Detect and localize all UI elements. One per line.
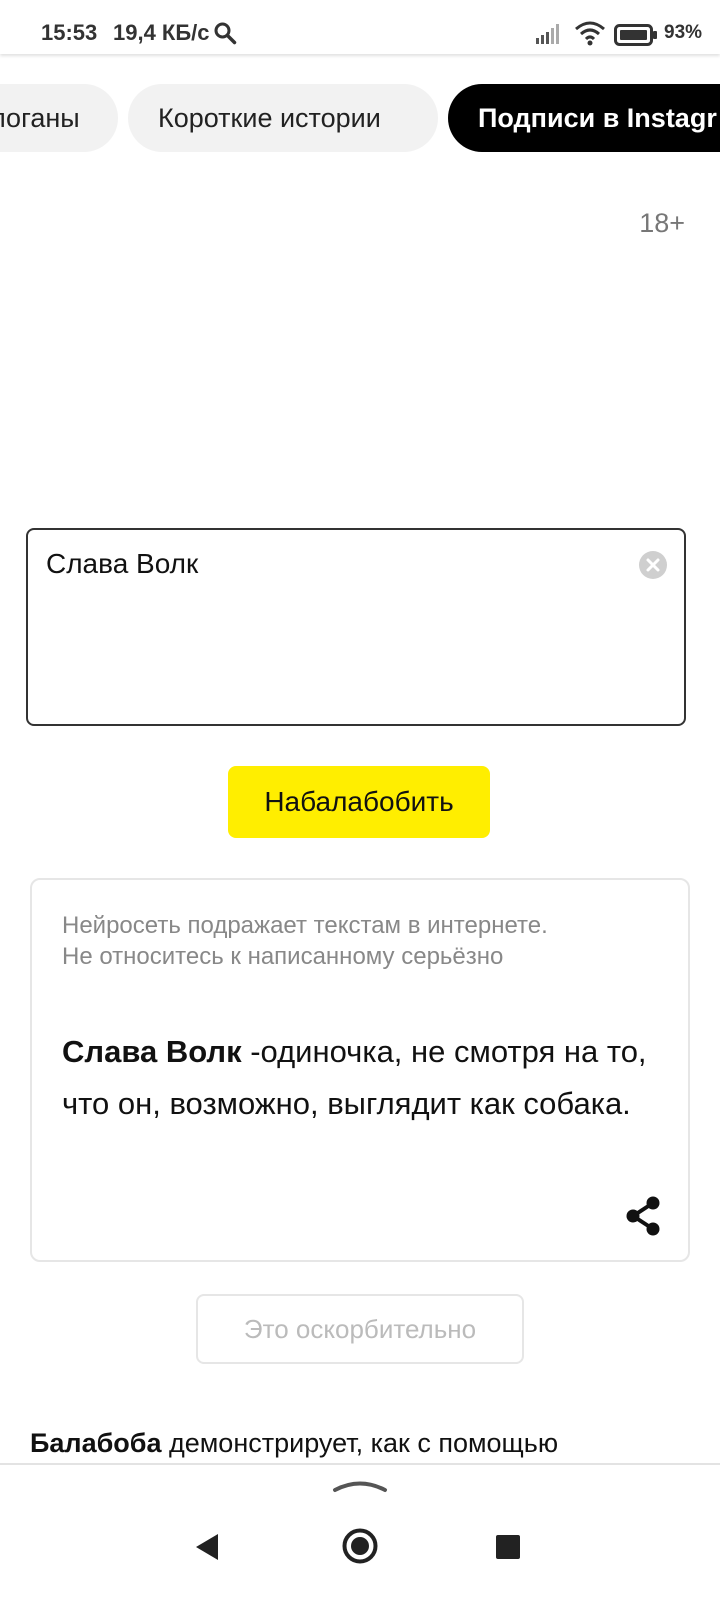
disclaimer: Нейросеть подражает текстам в интернете.… xyxy=(62,910,548,972)
battery-icon xyxy=(614,24,657,46)
bottom-sheet-bar[interactable] xyxy=(0,1463,720,1507)
status-time: 15:53 xyxy=(41,20,98,45)
age-rating: 18+ xyxy=(639,208,685,238)
result-text: Слава Волк -одиночка, не смотря на то, ч… xyxy=(62,1026,652,1130)
chip-label: Короткие истории xyxy=(158,103,381,133)
about-body: демонстрирует, как с помощью xyxy=(161,1428,559,1458)
disclaimer-line: Не относитесь к написанному серьёзно xyxy=(62,943,504,970)
chip-short-stories[interactable]: Короткие истории xyxy=(128,84,438,152)
close-icon xyxy=(646,558,660,572)
result-card: Нейросеть подражает текстам в интернете.… xyxy=(30,878,690,1262)
recent-apps-icon[interactable] xyxy=(496,1535,520,1559)
report-offensive-button[interactable]: Это оскорбительно xyxy=(196,1294,524,1364)
chip-instagram-captions[interactable]: Подписи в Instagr xyxy=(448,84,720,152)
chip-label: логаны xyxy=(0,103,80,133)
share-icon[interactable] xyxy=(624,1196,662,1236)
prompt-input[interactable]: Слава Волк xyxy=(26,528,686,726)
back-icon[interactable] xyxy=(194,1532,220,1562)
chevron-up-icon[interactable] xyxy=(332,1475,388,1495)
chip-slogans[interactable]: логаны xyxy=(0,84,118,152)
prompt-input-value: Слава Волк xyxy=(46,548,199,579)
chip-label: Подписи в Instagr xyxy=(478,103,717,133)
system-nav-bar xyxy=(0,1505,720,1600)
status-network-speed: 19,4 КБ/с xyxy=(113,20,210,45)
clear-input-button[interactable] xyxy=(639,551,667,579)
result-text-bold: Слава Волк xyxy=(62,1034,242,1069)
status-bar: 15:53 19,4 КБ/с 93% xyxy=(0,0,720,54)
wifi-icon xyxy=(575,21,605,46)
disclaimer-line: Нейросеть подражает текстам в интернете. xyxy=(62,912,548,939)
battery-percentage: 93% xyxy=(664,22,703,43)
home-icon[interactable] xyxy=(342,1528,378,1564)
about-text: Балабоба демонстрирует, как с помощью xyxy=(30,1428,558,1459)
generate-button[interactable]: Набалабобить xyxy=(228,766,490,838)
signal-icon xyxy=(536,24,559,44)
about-bold: Балабоба xyxy=(30,1428,162,1458)
category-chips: логаны Короткие истории Подписи в Instag… xyxy=(0,84,720,152)
search-icon xyxy=(214,22,237,45)
